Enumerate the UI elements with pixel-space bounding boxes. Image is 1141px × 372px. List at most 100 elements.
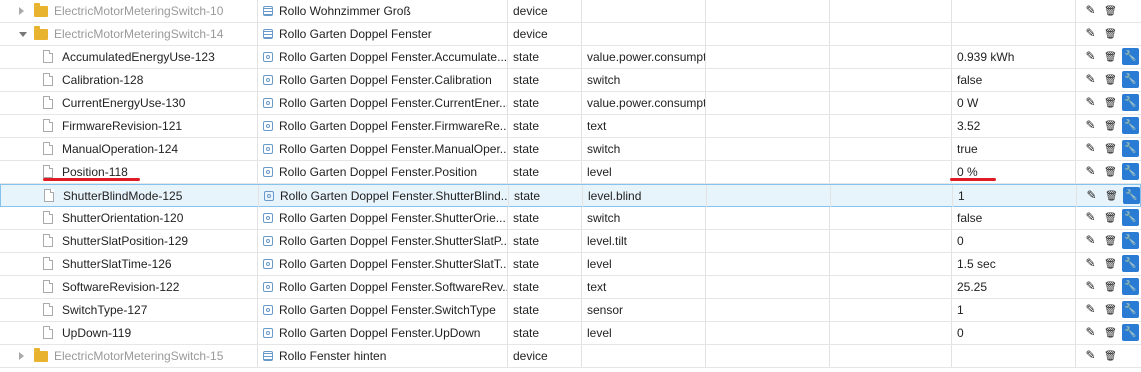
delete-button[interactable]: 🗑 — [1102, 140, 1119, 157]
chevron-down-icon[interactable] — [19, 32, 27, 37]
object-name-cell[interactable]: ShutterBlindMode-125 — [1, 185, 259, 207]
custom-settings-button[interactable]: 🔧 — [1122, 163, 1139, 180]
state-row[interactable]: ShutterSlatPosition-129 Rollo Garten Dopp… — [0, 230, 1141, 253]
object-name-cell[interactable]: FirmwareRevision-121 — [0, 115, 258, 137]
edit-button[interactable]: ✎ — [1082, 324, 1099, 341]
pencil-icon: ✎ — [1085, 26, 1096, 40]
object-value-cell[interactable]: 0 — [952, 322, 1076, 344]
object-name-cell[interactable]: CurrentEnergyUse-130 — [0, 92, 258, 114]
edit-button[interactable]: ✎ — [1082, 71, 1099, 88]
edit-button[interactable]: ✎ — [1082, 117, 1099, 134]
delete-button[interactable]: 🗑 — [1102, 117, 1119, 134]
custom-settings-button[interactable]: 🔧 — [1123, 187, 1140, 204]
chevron-right-icon[interactable] — [19, 352, 24, 360]
object-name-cell[interactable]: ShutterSlatTime-126 — [0, 253, 258, 275]
edit-button[interactable]: ✎ — [1082, 25, 1099, 42]
delete-button[interactable]: 🗑 — [1102, 2, 1119, 19]
edit-button[interactable]: ✎ — [1082, 278, 1099, 295]
state-row[interactable]: FirmwareRevision-121 Rollo Garten Doppel … — [0, 115, 1141, 138]
object-value-cell[interactable]: 0 — [952, 230, 1076, 252]
custom-settings-button[interactable]: 🔧 — [1122, 48, 1139, 65]
object-name-cell[interactable]: ElectricMotorMeteringSwitch-15 — [0, 345, 258, 367]
object-type-cell: state — [508, 115, 582, 137]
custom-settings-button[interactable]: 🔧 — [1122, 255, 1139, 272]
edit-button[interactable]: ✎ — [1082, 140, 1099, 157]
delete-button[interactable]: 🗑 — [1103, 187, 1120, 204]
edit-button[interactable]: ✎ — [1082, 301, 1099, 318]
object-value-cell[interactable]: 0.939 kWh — [952, 46, 1076, 68]
object-value-cell[interactable]: false — [952, 69, 1076, 91]
edit-button[interactable]: ✎ — [1083, 187, 1100, 204]
chevron-right-icon[interactable] — [19, 7, 24, 15]
state-row[interactable]: ShutterBlindMode-125 Rollo Garten Doppel … — [0, 184, 1141, 207]
delete-button[interactable]: 🗑 — [1102, 232, 1119, 249]
delete-button[interactable]: 🗑 — [1102, 209, 1119, 226]
state-row[interactable]: Calibration-128 Rollo Garten Doppel Fenst… — [0, 69, 1141, 92]
edit-button[interactable]: ✎ — [1082, 255, 1099, 272]
object-value-cell[interactable]: 1 — [953, 185, 1077, 207]
custom-settings-button[interactable]: 🔧 — [1122, 140, 1139, 157]
object-name-cell[interactable]: AccumulatedEnergyUse-123 — [0, 46, 258, 68]
object-value-cell[interactable]: 25.25 — [952, 276, 1076, 298]
object-name-cell[interactable]: ElectricMotorMeteringSwitch-10 — [0, 0, 258, 22]
object-id-text: Calibration-128 — [62, 73, 144, 87]
state-row[interactable]: ShutterOrientation-120 Rollo Garten Doppe… — [0, 207, 1141, 230]
delete-button[interactable]: 🗑 — [1102, 48, 1119, 65]
state-row[interactable]: ShutterSlatTime-126 Rollo Garten Doppel F… — [0, 253, 1141, 276]
delete-button[interactable]: 🗑 — [1102, 301, 1119, 318]
custom-settings-button[interactable]: 🔧 — [1122, 71, 1139, 88]
delete-button[interactable]: 🗑 — [1102, 324, 1119, 341]
state-row[interactable]: CurrentEnergyUse-130 Rollo Garten Doppel … — [0, 92, 1141, 115]
edit-button[interactable]: ✎ — [1082, 2, 1099, 19]
delete-button[interactable]: 🗑 — [1102, 255, 1119, 272]
custom-settings-button[interactable]: 🔧 — [1122, 324, 1139, 341]
custom-settings-button[interactable]: 🔧 — [1122, 94, 1139, 111]
delete-button[interactable]: 🗑 — [1102, 347, 1119, 364]
object-name-cell[interactable]: ShutterSlatPosition-129 — [0, 230, 258, 252]
state-row[interactable]: UpDown-119 Rollo Garten Doppel Fenster.Up… — [0, 322, 1141, 345]
object-value-cell[interactable] — [952, 345, 1076, 367]
object-name-cell[interactable]: SoftwareRevision-122 — [0, 276, 258, 298]
delete-button[interactable]: 🗑 — [1102, 71, 1119, 88]
device-row[interactable]: ElectricMotorMeteringSwitch-15 Rollo Fens… — [0, 345, 1141, 368]
custom-settings-button[interactable]: 🔧 — [1122, 117, 1139, 134]
device-row[interactable]: ElectricMotorMeteringSwitch-10 Rollo Wohn… — [0, 0, 1141, 23]
edit-button[interactable]: ✎ — [1082, 48, 1099, 65]
trash-icon: 🗑 — [1104, 259, 1117, 270]
state-row[interactable]: ManualOperation-124 Rollo Garten Doppel F… — [0, 138, 1141, 161]
edit-button[interactable]: ✎ — [1082, 163, 1099, 180]
object-name-cell[interactable]: Calibration-128 — [0, 69, 258, 91]
object-value-cell[interactable] — [952, 23, 1076, 45]
object-value-cell[interactable]: 1.5 sec — [952, 253, 1076, 275]
object-name-cell[interactable]: ElectricMotorMeteringSwitch-14 — [0, 23, 258, 45]
object-name-cell[interactable]: SwitchType-127 — [0, 299, 258, 321]
custom-settings-button[interactable]: 🔧 — [1122, 301, 1139, 318]
object-actions-cell: ✎ 🗑 🔧 — [1076, 92, 1141, 114]
delete-button[interactable]: 🗑 — [1102, 25, 1119, 42]
delete-button[interactable]: 🗑 — [1102, 163, 1119, 180]
edit-button[interactable]: ✎ — [1082, 94, 1099, 111]
state-row[interactable]: SwitchType-127 Rollo Garten Doppel Fenste… — [0, 299, 1141, 322]
delete-button[interactable]: 🗑 — [1102, 94, 1119, 111]
object-name-cell[interactable]: UpDown-119 — [0, 322, 258, 344]
custom-settings-button[interactable]: 🔧 — [1122, 232, 1139, 249]
state-row[interactable]: AccumulatedEnergyUse-123 Rollo Garten Dop… — [0, 46, 1141, 69]
custom-settings-button[interactable]: 🔧 — [1122, 209, 1139, 226]
edit-button[interactable]: ✎ — [1082, 232, 1099, 249]
object-name-cell[interactable]: ShutterOrientation-120 — [0, 207, 258, 229]
device-row[interactable]: ElectricMotorMeteringSwitch-14 Rollo Gart… — [0, 23, 1141, 46]
state-row[interactable]: SoftwareRevision-122 Rollo Garten Doppel … — [0, 276, 1141, 299]
object-value-cell[interactable]: 3.52 — [952, 115, 1076, 137]
object-value-cell[interactable]: 1 — [952, 299, 1076, 321]
object-value-cell[interactable] — [952, 0, 1076, 22]
object-function-cell — [830, 46, 952, 68]
edit-button[interactable]: ✎ — [1082, 347, 1099, 364]
object-name-cell[interactable]: ManualOperation-124 — [0, 138, 258, 160]
custom-settings-button[interactable]: 🔧 — [1122, 278, 1139, 295]
edit-button[interactable]: ✎ — [1082, 209, 1099, 226]
object-value-cell[interactable]: false — [952, 207, 1076, 229]
object-id-text: AccumulatedEnergyUse-123 — [62, 50, 215, 64]
delete-button[interactable]: 🗑 — [1102, 278, 1119, 295]
object-value-cell[interactable]: 0 W — [952, 92, 1076, 114]
object-value-cell[interactable]: true — [952, 138, 1076, 160]
